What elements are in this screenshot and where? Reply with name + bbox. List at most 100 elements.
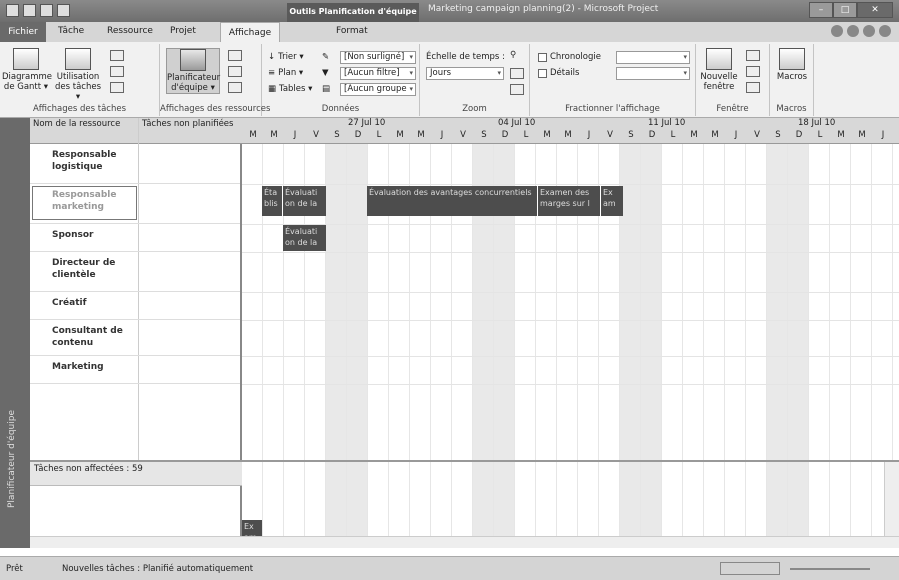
task-usage-button[interactable]: Utilisation des tâches ▾ <box>52 48 104 102</box>
day-column <box>725 462 746 536</box>
help-controls <box>831 25 891 37</box>
zoom-icon[interactable]: ⚲ <box>510 50 516 60</box>
day-label: V <box>607 130 613 140</box>
day-label: L <box>670 130 676 140</box>
team-planner-button[interactable]: Planificateur d'équipe ▾ <box>166 48 220 94</box>
day-column <box>347 144 368 460</box>
task-bar[interactable]: Évaluati on de la <box>283 186 326 216</box>
tab-view[interactable]: Affichage <box>220 22 280 43</box>
window-title: Marketing campaign planning(2) - Microso… <box>428 4 659 14</box>
sort-button[interactable]: ↓ Trier ▾ <box>268 52 304 62</box>
view-shortcuts[interactable] <box>720 562 780 575</box>
tab-format[interactable]: Format <box>336 26 368 36</box>
day-column <box>746 144 767 460</box>
other-views-icon[interactable] <box>110 82 124 93</box>
hide-window-icon[interactable] <box>746 82 760 93</box>
minimize-button[interactable]: – <box>809 2 833 18</box>
network-diagram-icon[interactable] <box>110 50 124 61</box>
task-bar[interactable]: Ex am <box>601 186 623 216</box>
group-macros: Macros Macros <box>770 44 814 116</box>
day-label: D <box>354 130 362 140</box>
tab-resource[interactable]: Ressource <box>107 26 153 36</box>
doc-close-icon[interactable] <box>879 25 891 37</box>
entire-project-icon[interactable] <box>510 68 524 79</box>
unassigned-task-bar[interactable]: Ex am <box>242 520 262 536</box>
resource-row[interactable]: Marketing <box>30 356 240 384</box>
task-bar[interactable]: Évaluation des avantages concurrentiels <box>367 186 537 216</box>
day-column <box>347 462 368 536</box>
timeline-checkbox[interactable]: Chronologie <box>538 52 601 62</box>
details-checkbox[interactable]: Détails <box>538 68 579 78</box>
day-label: M <box>837 130 845 140</box>
calendar-icon[interactable] <box>110 66 124 77</box>
new-window-button[interactable]: Nouvelle fenêtre <box>700 48 738 92</box>
day-column <box>767 144 788 460</box>
close-button[interactable]: ✕ <box>857 2 893 18</box>
day-label: M <box>711 130 719 140</box>
resource-row[interactable]: Créatif <box>30 292 240 320</box>
undo-icon[interactable] <box>40 4 53 17</box>
timeline-check-icon <box>538 52 547 62</box>
maximize-button[interactable]: □ <box>833 2 857 18</box>
day-label: V <box>313 130 319 140</box>
horizontal-scrollbar[interactable] <box>30 536 899 548</box>
day-column <box>557 462 578 536</box>
task-bar[interactable]: Éta blis <box>262 186 282 216</box>
resource-row[interactable]: Directeur de clientèle <box>30 252 240 292</box>
resource-row-selected[interactable]: Responsable marketing <box>30 184 240 224</box>
project-icon[interactable] <box>6 4 19 17</box>
day-label: L <box>817 130 823 140</box>
day-label: M <box>690 130 698 140</box>
gantt-chart-button[interactable]: Diagramme de Gantt ▾ <box>2 48 52 92</box>
new-tasks-mode[interactable]: Nouvelles tâches : Planifié automatiquem… <box>62 564 253 574</box>
highlight-select[interactable]: [Non surligné] <box>340 51 416 64</box>
tables-button[interactable]: ▦ Tables ▾ <box>268 84 312 94</box>
day-column <box>683 144 704 460</box>
help-icon[interactable] <box>847 25 859 37</box>
resource-row[interactable]: Sponsor <box>30 224 240 252</box>
col-header-resource-name[interactable]: Nom de la ressource <box>33 119 123 129</box>
row-line <box>242 224 899 225</box>
day-column <box>326 462 347 536</box>
task-bar[interactable]: Examen des marges sur l <box>538 186 600 216</box>
resource-name: Créatif <box>52 298 87 308</box>
tab-task[interactable]: Tâche <box>58 26 84 36</box>
outline-button[interactable]: ≡ Plan ▾ <box>268 68 303 78</box>
save-icon[interactable] <box>23 4 36 17</box>
day-column <box>452 462 473 536</box>
timescale-header: 27 Jul 10 04 Jul 10 11 Jul 10 18 Jul 10 … <box>242 118 899 144</box>
arrange-all-icon[interactable] <box>746 66 760 77</box>
group-select[interactable]: [Aucun groupe <box>340 83 416 96</box>
timescale-select[interactable]: Jours <box>426 67 504 80</box>
day-label: L <box>376 130 382 140</box>
resource-name: Responsable logistique <box>52 150 117 172</box>
task-bar[interactable]: Évaluati on de la <box>283 225 326 251</box>
day-label: M <box>249 130 257 140</box>
timescale-label: Échelle de temps : <box>426 52 505 62</box>
new-window-icon <box>706 48 732 70</box>
zoom-slider[interactable] <box>790 568 870 570</box>
redo-icon[interactable] <box>57 4 70 17</box>
details-select[interactable] <box>616 67 690 80</box>
switch-windows-icon[interactable] <box>746 50 760 61</box>
timeline-select[interactable] <box>616 51 690 64</box>
tab-file[interactable]: Fichier <box>0 22 46 42</box>
doc-restore-icon[interactable] <box>863 25 875 37</box>
resource-row[interactable]: Responsable logistique <box>30 144 240 184</box>
vertical-scrollbar[interactable] <box>884 462 899 536</box>
col-header-unscheduled[interactable]: Tâches non planifiées <box>142 119 238 129</box>
selected-tasks-icon[interactable] <box>510 84 524 95</box>
resource-usage-icon[interactable] <box>228 50 242 61</box>
filter-select[interactable]: [Aucun filtre] <box>340 67 416 80</box>
week-label: 11 Jul 10 <box>648 118 686 128</box>
resource-sheet-icon[interactable] <box>228 66 242 77</box>
tab-project[interactable]: Projet <box>170 26 196 36</box>
minimize-ribbon-icon[interactable] <box>831 25 843 37</box>
window-controls: – □ ✕ <box>809 2 893 18</box>
week-label: 04 Jul 10 <box>498 118 536 128</box>
other-resource-views-icon[interactable] <box>228 82 242 93</box>
day-column <box>263 462 284 536</box>
resource-row[interactable]: Consultant de contenu <box>30 320 240 356</box>
macros-button[interactable]: Macros <box>774 48 810 82</box>
resource-table: Nom de la ressource Tâches non planifiée… <box>30 118 242 460</box>
